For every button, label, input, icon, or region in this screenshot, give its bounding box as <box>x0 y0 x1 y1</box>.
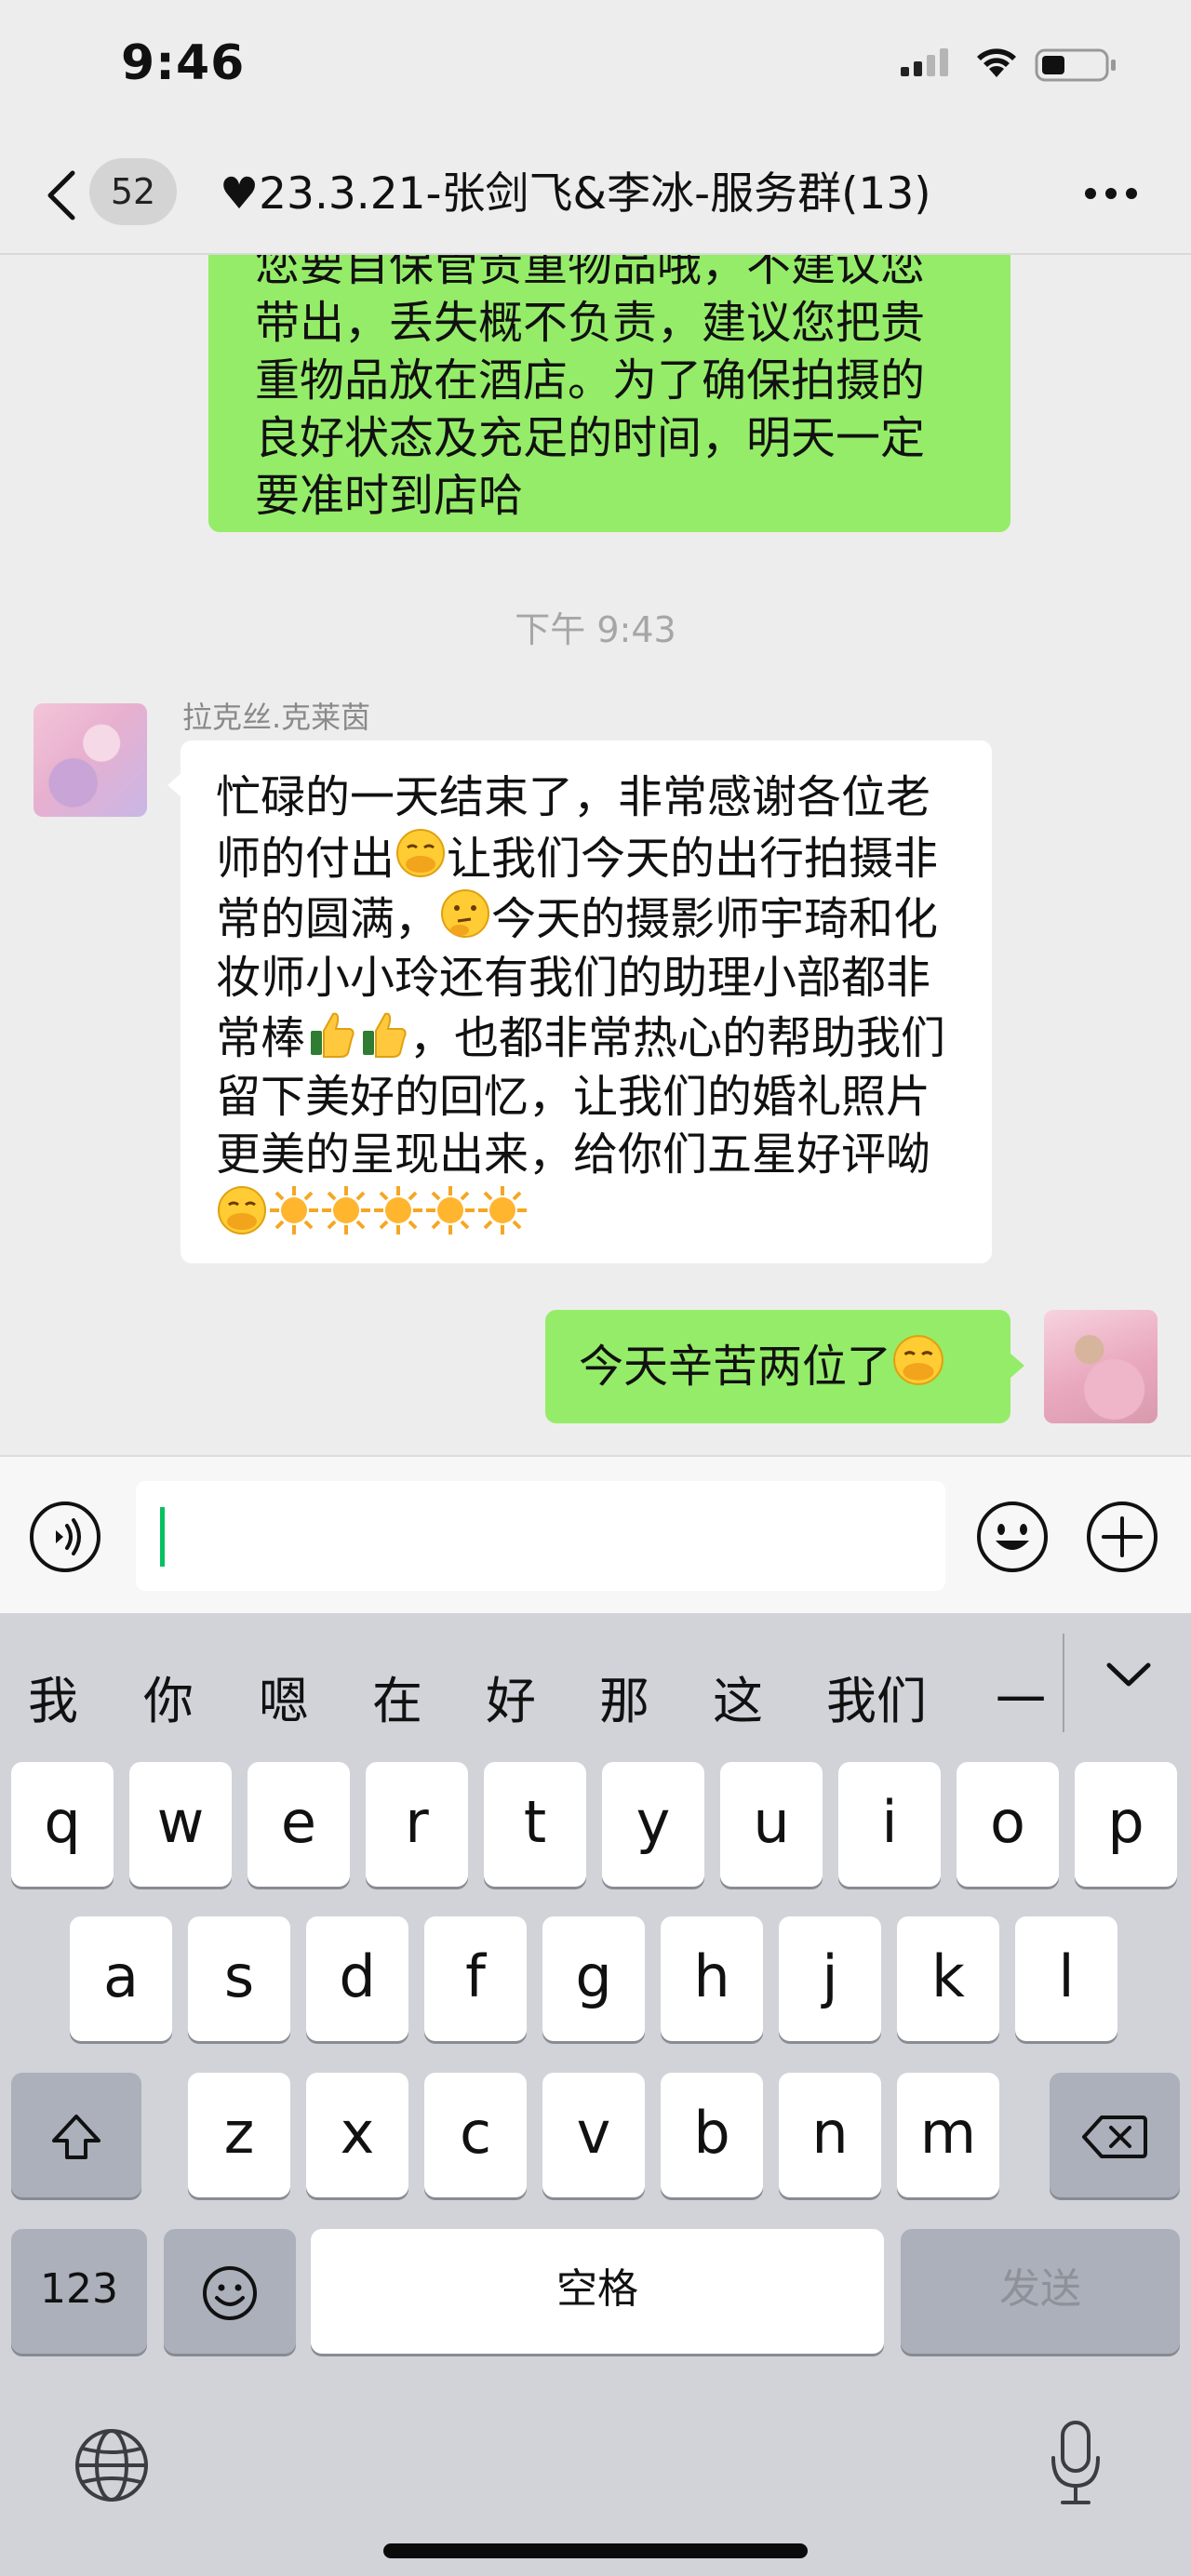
shift-icon <box>52 2114 100 2159</box>
key-s[interactable]: s <box>188 1916 290 2041</box>
thumbs-up-emoji <box>363 1012 407 1058</box>
suggestion-item[interactable]: 这 <box>713 1660 763 1733</box>
message-line: 带出，丢失概不负责，建议您把贵 <box>255 297 926 349</box>
message-line: 重物品放在酒店。为了确保拍摄的 <box>255 354 926 407</box>
suggestion-item[interactable]: 我们 <box>826 1660 927 1733</box>
key-y[interactable]: y <box>602 1762 704 1887</box>
unread-count-badge[interactable]: 52 <box>89 158 177 225</box>
sun-emoji <box>426 1185 475 1235</box>
message-line: 要准时到店哈 <box>255 470 524 522</box>
chevron-down-icon[interactable] <box>1104 1656 1154 1693</box>
voice-icon[interactable] <box>28 1500 102 1574</box>
thinking-emoji <box>441 889 490 938</box>
key-z[interactable]: z <box>188 2073 290 2197</box>
emoji-icon <box>203 2265 257 2320</box>
status-bar: 9:46 <box>0 0 1191 138</box>
key-c[interactable]: c <box>424 2073 527 2197</box>
key-x[interactable]: x <box>306 2073 408 2197</box>
key-n[interactable]: n <box>779 2073 881 2197</box>
my-avatar[interactable] <box>1044 1310 1158 1423</box>
key-h[interactable]: h <box>661 1916 763 2041</box>
microphone-icon[interactable] <box>1048 2417 1104 2510</box>
key-o[interactable]: o <box>957 1762 1059 1887</box>
emoji-icon[interactable] <box>975 1500 1050 1574</box>
key-t[interactable]: t <box>484 1762 586 1887</box>
suggestion-item[interactable]: 你 <box>143 1660 194 1733</box>
sender-avatar[interactable] <box>33 703 147 817</box>
chat-title[interactable]: ♥23.3.21-张剑飞&李冰-服务群(13) <box>220 162 1020 227</box>
status-time: 9:46 <box>121 35 246 91</box>
suggestion-item[interactable]: 那 <box>599 1660 649 1733</box>
battery-icon <box>1035 48 1116 82</box>
plus-icon[interactable] <box>1085 1500 1159 1574</box>
backspace-key[interactable] <box>1050 2073 1180 2197</box>
message-line: 您要自保管贵重物品哦，不建议您 <box>255 255 926 291</box>
message-line: 良好状态及充足的时间，明天一定 <box>255 412 926 464</box>
message-text: 今天辛苦两位了 <box>579 1341 892 1393</box>
space-key[interactable]: 空格 <box>311 2229 884 2354</box>
key-k[interactable]: k <box>897 1916 999 2041</box>
more-dots-icon[interactable] <box>1083 186 1139 201</box>
sun-emoji <box>322 1185 370 1235</box>
wifi-icon <box>977 48 1016 77</box>
suggestion-divider <box>1063 1634 1064 1732</box>
key-w[interactable]: w <box>129 1762 232 1887</box>
thumbs-up-emoji <box>311 1012 355 1058</box>
key-m[interactable]: m <box>897 2073 999 2197</box>
suggestion-bar: 我 你 嗯 在 好 那 这 我们 一 <box>0 1613 1191 1762</box>
key-b[interactable]: b <box>661 2073 763 2197</box>
message-bubble-outgoing[interactable]: 您要自保管贵重物品哦，不建议您 带出，丢失概不负责，建议您把贵 重物品放在酒店。… <box>208 255 1010 532</box>
hand-over-mouth-emoji <box>396 828 446 877</box>
home-indicator[interactable] <box>383 2543 808 2558</box>
globe-icon[interactable] <box>73 2426 151 2504</box>
key-a[interactable]: a <box>70 1916 172 2041</box>
hand-over-mouth-emoji <box>893 1335 943 1385</box>
key-p[interactable]: p <box>1075 1762 1177 1887</box>
suggestion-item[interactable]: 一 <box>996 1660 1046 1733</box>
message-input[interactable] <box>136 1481 945 1591</box>
sender-name: 拉克丝.克莱茵 <box>182 700 371 735</box>
message-bubble-incoming[interactable]: 忙碌的一天结束了，非常感谢各位老师的付出 让我们今天的出行拍摄非常的圆满， 今天的摄… <box>181 741 992 1263</box>
key-v[interactable]: v <box>542 2073 645 2197</box>
bubble-tail <box>1010 1353 1024 1379</box>
backspace-icon <box>1082 2115 1147 2158</box>
suggestion-item[interactable]: 好 <box>486 1660 536 1733</box>
suggestion-item[interactable]: 嗯 <box>259 1660 309 1733</box>
text-cursor <box>160 1507 165 1567</box>
emoji-key[interactable] <box>164 2229 296 2354</box>
key-e[interactable]: e <box>248 1762 350 1887</box>
key-d[interactable]: d <box>306 1916 408 2041</box>
chevron-left-icon[interactable] <box>41 166 82 225</box>
message-list[interactable]: 您要自保管贵重物品哦，不建议您 带出，丢失概不负责，建议您把贵 重物品放在酒店。… <box>0 255 1191 1455</box>
key-u[interactable]: u <box>720 1762 823 1887</box>
suggestion-item[interactable]: 在 <box>372 1660 422 1733</box>
suggestion-item[interactable]: 我 <box>28 1660 78 1733</box>
chat-header: 52 ♥23.3.21-张剑飞&李冰-服务群(13) <box>0 138 1191 255</box>
key-g[interactable]: g <box>542 1916 645 2041</box>
send-key[interactable]: 发送 <box>901 2229 1180 2354</box>
key-q[interactable]: q <box>11 1762 114 1887</box>
key-i[interactable]: i <box>838 1762 941 1887</box>
shift-key[interactable] <box>11 2073 141 2197</box>
message-timestamp: 下午 9:43 <box>515 609 676 650</box>
sun-emoji <box>478 1185 527 1235</box>
sun-emoji <box>270 1185 318 1235</box>
sun-emoji <box>374 1185 422 1235</box>
key-f[interactable]: f <box>424 1916 527 2041</box>
hand-over-mouth-emoji <box>218 1185 266 1235</box>
key-l[interactable]: l <box>1015 1916 1117 2041</box>
key-j[interactable]: j <box>779 1916 881 2041</box>
message-bubble-outgoing[interactable]: 今天辛苦两位了 <box>545 1310 1010 1423</box>
key-r[interactable]: r <box>366 1762 468 1887</box>
keyboard: 我 你 嗯 在 好 那 这 我们 一 q w e r t y u i o p a… <box>0 1613 1191 2576</box>
numbers-key[interactable]: 123 <box>11 2229 147 2354</box>
input-bar <box>0 1455 1191 1613</box>
signal-icon <box>901 48 948 76</box>
